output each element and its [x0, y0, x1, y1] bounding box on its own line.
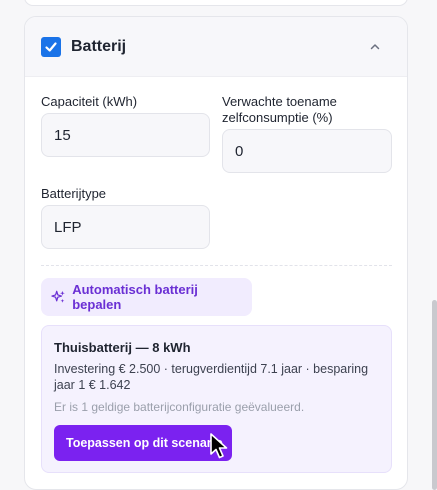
section-divider [41, 265, 392, 266]
collapse-button[interactable] [363, 35, 387, 59]
battery-card: Batterij Capaciteit (kWh) 15 Verwachte t… [24, 16, 408, 490]
sparkles-icon [51, 290, 65, 303]
apply-to-scenario-button[interactable]: Toepassen op dit scenario [54, 425, 232, 461]
capacity-label: Capaciteit (kWh) [41, 94, 138, 109]
section-title: Batterij [71, 37, 127, 55]
auto-determine-battery-button[interactable]: Automatisch batterij bepalen [41, 278, 252, 316]
auto-determine-label: Automatisch batterij bepalen [72, 282, 198, 312]
self-consumption-label: Verwachte toename zelfconsumptie (%) [222, 94, 337, 125]
battery-type-input[interactable]: LFP [41, 205, 210, 249]
scrollbar-thumb[interactable] [432, 300, 437, 490]
capacity-input[interactable]: 15 [41, 113, 210, 157]
previous-card [24, 0, 408, 6]
checkmark-icon [45, 41, 57, 52]
result-description: Investering € 2.500 · terugverdientijd 7… [54, 362, 369, 392]
chevron-up-icon [370, 43, 380, 49]
battery-checkbox[interactable] [41, 36, 61, 57]
apply-button-label: Toepassen op dit scenario [66, 436, 223, 450]
result-note: Er is 1 geldige batterijconfiguratie geë… [54, 400, 305, 414]
result-title: Thuisbatterij — 8 kWh [54, 340, 191, 355]
self-consumption-input[interactable]: 0 [222, 129, 392, 173]
mouse-cursor-icon [210, 433, 228, 459]
battery-card-header[interactable]: Batterij [25, 17, 407, 77]
battery-type-label: Batterijtype [41, 186, 107, 201]
